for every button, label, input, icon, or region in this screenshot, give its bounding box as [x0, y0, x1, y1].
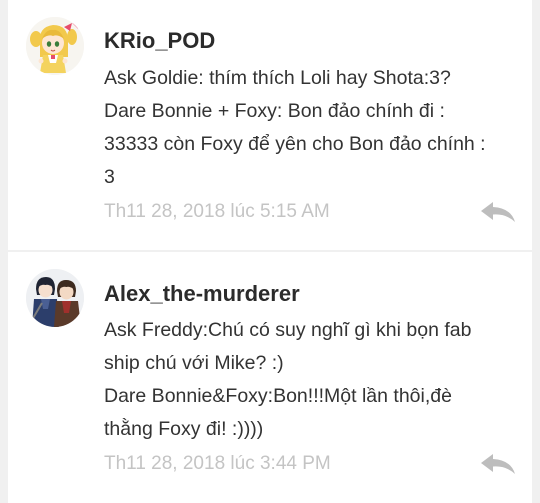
- comment-body: Ask Freddy:Chú có suy nghĩ gì khi bọn fa…: [104, 314, 524, 446]
- comment-body: Ask Goldie: thím thích Loli hay Shota:3?…: [104, 62, 524, 194]
- reply-button[interactable]: [480, 201, 516, 223]
- comment-line: Dare Bonnie&Foxy:Bon!!!Một lần thôi,đè: [104, 385, 452, 407]
- comment-line: Ask Goldie: thím thích Loli hay Shota:3?: [104, 67, 451, 89]
- two-characters-avatar-icon: [26, 269, 84, 327]
- comment-line: 3: [104, 166, 115, 188]
- comment-line: Ask Freddy:Chú có suy nghĩ gì khi bọn fa…: [104, 319, 472, 341]
- comment-username[interactable]: KRio_POD: [104, 28, 215, 54]
- comment-feed: KRio_POD Ask Goldie: thím thích Loli hay…: [8, 0, 532, 503]
- reply-arrow-icon: [481, 202, 515, 222]
- avatar[interactable]: [26, 269, 84, 327]
- comment-line: 33333 còn Foxy để yên cho Bon đảo chính …: [104, 133, 486, 155]
- comment-line: Dare Bonnie + Foxy: Bon đảo chính đi :: [104, 100, 445, 122]
- comment-card: KRio_POD Ask Goldie: thím thích Loli hay…: [8, 0, 532, 250]
- comment-card: Alex_the-murderer Ask Freddy:Chú có suy …: [8, 252, 532, 503]
- comment-username[interactable]: Alex_the-murderer: [104, 281, 300, 307]
- comment-timestamp: Th11 28, 2018 lúc 5:15 AM: [104, 201, 330, 222]
- chibi-girl-avatar-icon: [26, 17, 84, 75]
- avatar[interactable]: [26, 17, 84, 75]
- comment-line: thằng Foxy đi! :)))): [104, 418, 264, 440]
- comment-timestamp: Th11 28, 2018 lúc 3:44 PM: [104, 453, 331, 474]
- comment-line: ship chú với Mike? :): [104, 352, 284, 374]
- reply-button[interactable]: [480, 453, 516, 475]
- reply-arrow-icon: [481, 454, 515, 474]
